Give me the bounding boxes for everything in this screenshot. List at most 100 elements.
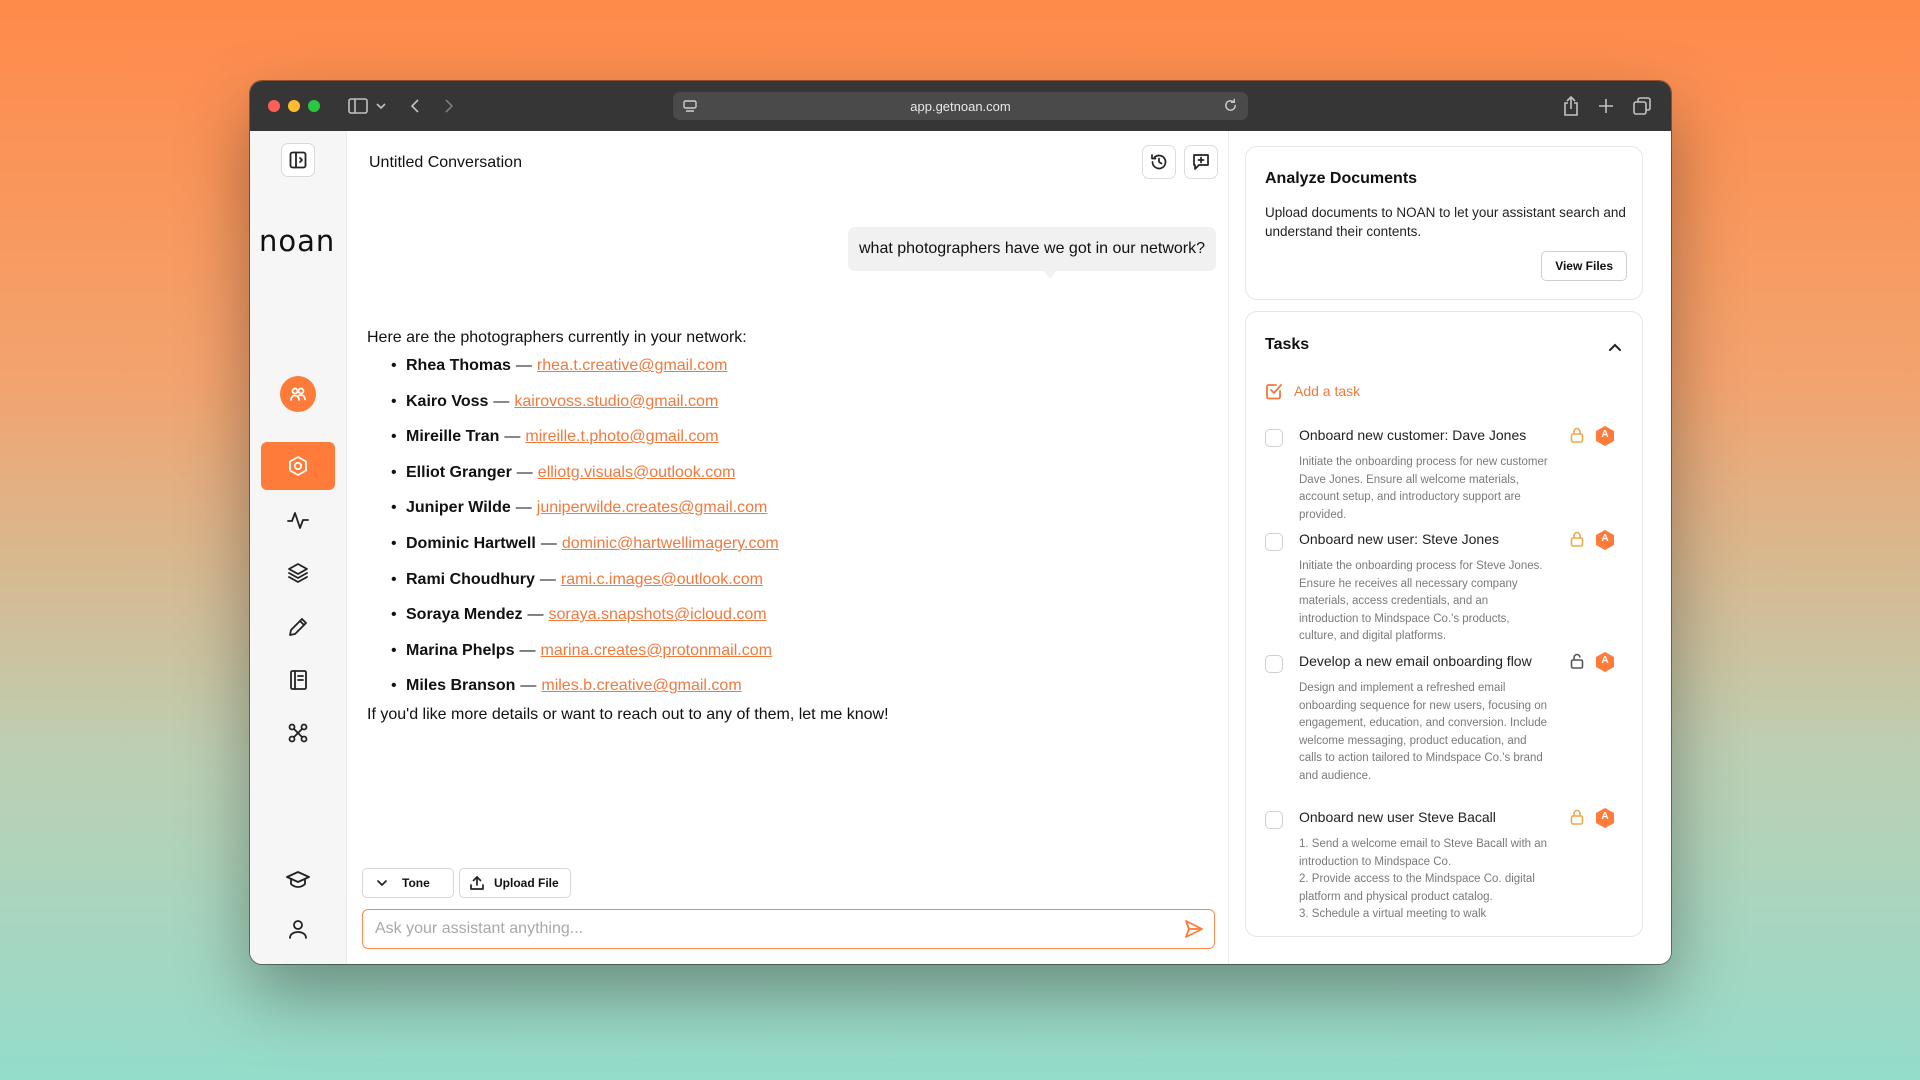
photographer-name: Elliot Granger [406, 463, 512, 481]
assignee-badge[interactable]: A [1594, 651, 1616, 673]
task-title[interactable]: Onboard new customer: Dave Jones [1299, 427, 1526, 443]
tone-button[interactable]: Tone [362, 868, 454, 898]
task-title[interactable]: Onboard new user Steve Bacall [1299, 809, 1496, 825]
nav-editor[interactable] [286, 615, 310, 639]
message-composer[interactable] [362, 909, 1215, 949]
collapse-sidebar-button[interactable] [281, 143, 315, 177]
new-chat-button[interactable] [1184, 145, 1218, 179]
photographer-name: Dominic Hartwell [406, 534, 536, 552]
nav-integrations[interactable] [286, 721, 310, 745]
lock-icon[interactable] [1570, 427, 1584, 448]
history-button[interactable] [1142, 145, 1176, 179]
activity-icon [287, 512, 309, 529]
reload-icon[interactable] [1223, 98, 1238, 116]
forward-arrow-icon[interactable] [444, 98, 454, 114]
assignee-badge[interactable]: A [1594, 425, 1616, 447]
graduation-cap-icon [286, 871, 310, 888]
history-icon [1151, 154, 1167, 170]
assistant-message: Here are the photographers currently in … [367, 329, 1207, 724]
task-title[interactable]: Develop a new email onboarding flow [1299, 653, 1532, 669]
user-message-bubble: what photographers have we got in our ne… [848, 227, 1216, 279]
assignee-badge[interactable]: A [1594, 529, 1616, 551]
workspace-avatar[interactable] [280, 376, 316, 412]
photographer-email-link[interactable]: miles.b.creative@gmail.com [541, 675, 741, 696]
checkbox-add-icon [1266, 384, 1282, 400]
nav-layers[interactable] [286, 561, 310, 585]
book-icon [290, 670, 307, 690]
send-button[interactable] [1184, 919, 1204, 944]
noan-logo[interactable]: noan [259, 224, 335, 258]
upload-file-button[interactable]: Upload File [459, 868, 571, 898]
assignee-badge[interactable]: A [1594, 807, 1616, 829]
task-checkbox[interactable] [1265, 429, 1283, 447]
side-panel: Analyze Documents Upload documents to NO… [1229, 131, 1671, 964]
nav-activity[interactable] [286, 508, 310, 532]
photographer-name: Kairo Voss [406, 392, 489, 410]
team-icon [290, 387, 306, 401]
view-files-button[interactable]: View Files [1541, 251, 1627, 281]
task-description: Design and implement a refreshed email o… [1299, 682, 1548, 782]
photographer-name: Rami Choudhury [406, 570, 535, 588]
conversation-title[interactable]: Untitled Conversation [369, 154, 522, 172]
list-item: Rhea Thomas—rhea.t.creative@gmail.com [391, 355, 1207, 391]
task-description: Initiate the onboarding process for Stev… [1299, 560, 1543, 642]
task-checkbox[interactable] [1265, 811, 1283, 829]
close-window-button[interactable] [268, 100, 280, 112]
photographer-email-link[interactable]: marina.creates@protonmail.com [540, 640, 771, 661]
task-description: Initiate the onboarding process for new … [1299, 456, 1548, 521]
task-checkbox[interactable] [1265, 655, 1283, 673]
photographer-email-link[interactable]: elliotg.visuals@outlook.com [538, 462, 736, 483]
photographer-name: Rhea Thomas [406, 357, 511, 374]
window-controls [268, 100, 320, 112]
list-item: Marina Phelps—marina.creates@protonmail.… [391, 640, 1207, 676]
task-title[interactable]: Onboard new user: Steve Jones [1299, 531, 1499, 547]
add-task-button[interactable]: Add a task [1265, 382, 1360, 400]
photographer-email-link[interactable]: rhea.t.creative@gmail.com [537, 355, 728, 376]
list-item: Rami Choudhury—rami.c.images@outlook.com [391, 569, 1207, 605]
task-description: 1. Send a welcome email to Steve Bacall … [1299, 838, 1548, 920]
back-arrow-icon[interactable] [410, 98, 420, 114]
photographer-email-link[interactable]: rami.c.images@outlook.com [561, 569, 763, 590]
chevron-down-icon[interactable] [376, 102, 386, 110]
unlock-icon[interactable] [1570, 653, 1584, 674]
minimize-window-button[interactable] [288, 100, 300, 112]
list-item: Dominic Hartwell—dominic@hartwellimagery… [391, 533, 1207, 569]
photographer-email-link[interactable]: soraya.snapshots@icloud.com [548, 604, 766, 625]
analyze-documents-description: Upload documents to NOAN to let your ass… [1265, 205, 1626, 239]
task-checkbox[interactable] [1265, 533, 1283, 551]
assistant-intro-text: Here are the photographers currently in … [367, 329, 747, 346]
tab-overview-icon[interactable] [1633, 97, 1651, 115]
sidebar-toggle-icon[interactable] [348, 98, 368, 114]
new-tab-icon[interactable] [1598, 98, 1614, 114]
nav-profile[interactable] [286, 917, 310, 941]
browser-toolbar: app.getnoan.com [250, 81, 1671, 131]
message-input[interactable] [375, 918, 1165, 940]
list-item: Mireille Tran—mireille.t.photo@gmail.com [391, 426, 1207, 462]
send-icon [1185, 920, 1203, 938]
photographer-email-link[interactable]: mireille.t.photo@gmail.com [525, 426, 718, 447]
nav-learn[interactable] [285, 867, 311, 891]
share-icon[interactable] [1563, 96, 1579, 116]
chat-panel: Untitled Conversation what photographers… [347, 131, 1229, 964]
collapse-tasks-button[interactable] [1608, 339, 1622, 357]
photographer-name: Mireille Tran [406, 428, 500, 446]
photographer-name: Miles Branson [406, 677, 516, 695]
browser-window: app.getnoan.com noan Untitled Conversati… [250, 81, 1671, 964]
analyze-documents-title: Analyze Documents [1265, 170, 1418, 187]
nav-library[interactable] [286, 668, 310, 692]
list-item: Juniper Wilde—juniperwilde.creates@gmail… [391, 497, 1207, 533]
photographer-email-link[interactable]: dominic@hartwellimagery.com [562, 533, 779, 554]
panel-left-icon [289, 151, 307, 169]
add-task-label: Add a task [1294, 383, 1361, 399]
photographer-name: Soraya Mendez [406, 606, 523, 624]
photographer-email-link[interactable]: juniperwilde.creates@gmail.com [537, 497, 768, 518]
photographer-email-link[interactable]: kairovoss.studio@gmail.com [514, 391, 718, 412]
page-settings-icon[interactable] [683, 99, 697, 116]
address-bar[interactable]: app.getnoan.com [673, 92, 1248, 120]
lock-icon[interactable] [1570, 531, 1584, 552]
app-sidebar: noan [250, 131, 347, 964]
zoom-window-button[interactable] [308, 100, 320, 112]
photographer-list: Rhea Thomas—rhea.t.creative@gmail.com Ka… [391, 355, 1207, 711]
lock-icon[interactable] [1570, 809, 1584, 830]
nav-hub[interactable] [261, 442, 335, 490]
